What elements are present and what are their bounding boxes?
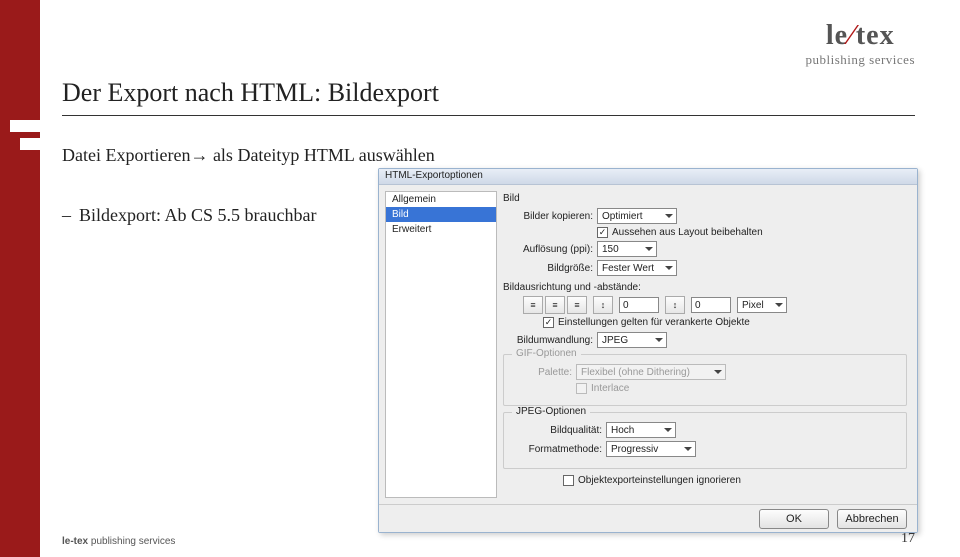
format-method-label: Formatmethode:: [512, 444, 602, 455]
side-item-erweitert[interactable]: Erweitert: [386, 222, 496, 237]
format-method-value: Progressiv: [611, 444, 658, 455]
conversion-label: Bildumwandlung:: [503, 335, 593, 346]
gif-options-fieldset: GIF-Optionen Palette: Flexibel (ohne Dit…: [503, 354, 907, 406]
align-center-icon[interactable]: ≡: [545, 296, 565, 314]
checkbox-icon: [576, 383, 587, 394]
quality-label: Bildqualität:: [512, 425, 602, 436]
brand-logo: le⁄tex publishing services: [805, 20, 915, 68]
resolution-select[interactable]: 150: [597, 241, 657, 257]
logo-subtitle: publishing services: [805, 52, 915, 68]
anchored-objects-checkbox[interactable]: ✓ Einstellungen gelten für verankerte Ob…: [543, 317, 750, 328]
palette-value: Flexibel (ohne Dithering): [581, 367, 690, 378]
logo-part-a: le: [826, 20, 848, 51]
accent-notch: [10, 120, 40, 132]
quality-select[interactable]: Hoch: [606, 422, 676, 438]
jpeg-legend: JPEG-Optionen: [512, 406, 590, 417]
anchored-objects-label: Einstellungen gelten für verankerte Obje…: [558, 317, 750, 328]
interlace-checkbox: Interlace: [576, 383, 629, 394]
space-before-value: 0: [623, 300, 629, 311]
space-after-value: 0: [695, 300, 701, 311]
ok-button[interactable]: OK: [759, 509, 829, 529]
copy-images-select[interactable]: Optimiert: [597, 208, 677, 224]
dialog-side-list[interactable]: Allgemein Bild Erweitert: [385, 191, 497, 498]
image-size-label: Bildgröße:: [503, 263, 593, 274]
left-accent-bar: [0, 0, 40, 557]
space-before-input[interactable]: 0: [619, 297, 659, 313]
keep-layout-label: Aussehen aus Layout beibehalten: [612, 227, 763, 238]
format-method-select[interactable]: Progressiv: [606, 441, 696, 457]
conversion-select[interactable]: JPEG: [597, 332, 667, 348]
dialog-title: HTML-Exportoptionen: [379, 169, 917, 185]
palette-label: Palette:: [512, 367, 572, 378]
side-item-allgemein[interactable]: Allgemein: [386, 192, 496, 207]
gif-legend: GIF-Optionen: [512, 348, 581, 359]
copy-images-value: Optimiert: [602, 211, 643, 222]
keep-layout-checkbox[interactable]: ✓ Aussehen aus Layout beibehalten: [597, 227, 763, 238]
page-number: 17: [901, 531, 915, 547]
palette-select: Flexibel (ohne Dithering): [576, 364, 726, 380]
panel-heading: Bild: [503, 193, 907, 204]
bullet-dash-icon: –: [62, 205, 71, 225]
jpeg-options-fieldset: JPEG-Optionen Bildqualität: Hoch Formatm…: [503, 412, 907, 469]
slide-footer: le-tex publishing services: [62, 536, 175, 547]
interlace-label: Interlace: [591, 383, 629, 394]
alignment-label: Bildausrichtung und -abstände:: [503, 282, 907, 293]
dialog-footer: OK Abbrechen: [379, 504, 917, 532]
slide-intro-line: Datei Exportieren→ als Dateityp HTML aus…: [62, 145, 435, 166]
space-after-input[interactable]: 0: [691, 297, 731, 313]
side-item-bild[interactable]: Bild: [386, 207, 496, 222]
image-size-value: Fester Wert: [602, 263, 654, 274]
conversion-value: JPEG: [602, 335, 628, 346]
dialog-main-panel: Bild Bilder kopieren: Optimiert ✓ Ausseh…: [503, 185, 917, 504]
logo-part-b: tex: [856, 20, 895, 51]
bullet-text: Bildexport: Ab CS 5.5 brauchbar: [79, 205, 316, 225]
space-before-icon[interactable]: ↕: [593, 296, 613, 314]
cancel-button[interactable]: Abbrechen: [837, 509, 907, 529]
align-right-icon[interactable]: ≡: [567, 296, 587, 314]
space-after-icon[interactable]: ↕: [665, 296, 685, 314]
ignore-export-settings-checkbox[interactable]: Objektexporteinstellungen ignorieren: [563, 475, 741, 486]
logo-slash-icon: ⁄: [849, 20, 855, 51]
slide-bullet: –Bildexport: Ab CS 5.5 brauchbar: [62, 205, 316, 226]
alignment-buttons: ≡ ≡ ≡: [523, 296, 587, 314]
slide-title: Der Export nach HTML: Bildexport: [62, 78, 439, 108]
html-export-options-dialog: HTML-Exportoptionen Allgemein Bild Erwei…: [378, 168, 918, 533]
footer-text: publishing services: [88, 536, 175, 547]
align-left-icon[interactable]: ≡: [523, 296, 543, 314]
quality-value: Hoch: [611, 425, 634, 436]
resolution-label: Auflösung (ppi):: [503, 244, 593, 255]
resolution-value: 150: [602, 244, 619, 255]
checkbox-icon: ✓: [543, 317, 554, 328]
accent-notch: [20, 138, 40, 150]
dialog-body: Allgemein Bild Erweitert Bild Bilder kop…: [379, 185, 917, 504]
copy-images-label: Bilder kopieren:: [503, 211, 593, 222]
spacing-unit-select[interactable]: Pixel: [737, 297, 787, 313]
spacing-unit-value: Pixel: [742, 300, 764, 311]
logo-wordmark: le⁄tex: [805, 20, 915, 52]
image-size-select[interactable]: Fester Wert: [597, 260, 677, 276]
title-underline: [62, 115, 915, 116]
footer-brand: le-tex: [62, 536, 88, 547]
checkbox-icon: ✓: [597, 227, 608, 238]
checkbox-icon: [563, 475, 574, 486]
ignore-export-settings-label: Objektexporteinstellungen ignorieren: [578, 475, 741, 486]
